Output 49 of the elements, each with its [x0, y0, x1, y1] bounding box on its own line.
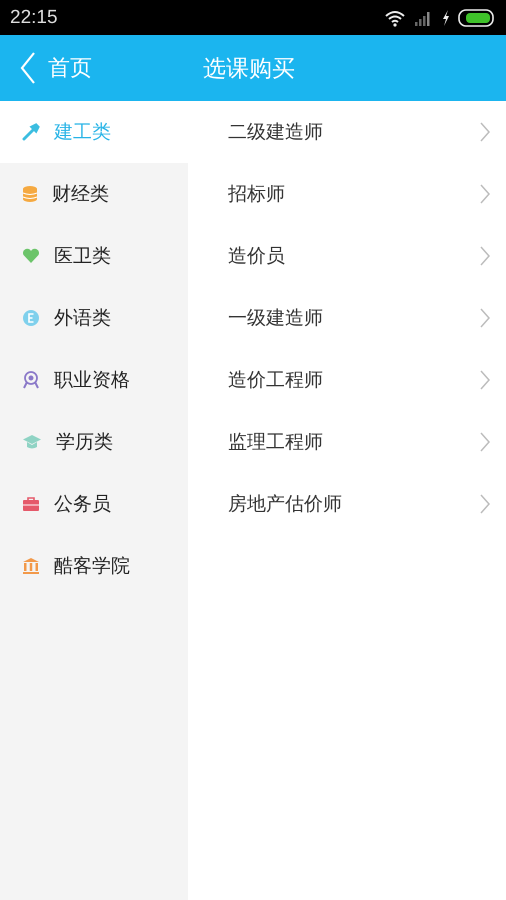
category-item[interactable]: 酷客学院 [0, 535, 188, 597]
course-row[interactable]: 二级建造师 [188, 101, 506, 163]
category-item[interactable]: 医卫类 [0, 225, 188, 287]
chevron-right-icon [480, 308, 490, 328]
wifi-icon [384, 8, 406, 26]
course-label: 造价员 [228, 244, 285, 269]
charging-icon [442, 10, 450, 26]
back-chevron-icon [20, 51, 36, 85]
category-label: 建工类 [54, 120, 111, 145]
category-label: 财经类 [52, 182, 109, 207]
briefcase-icon [22, 496, 40, 512]
heart-icon [22, 248, 40, 264]
battery-icon [458, 8, 496, 26]
chevron-right-icon [480, 184, 490, 204]
category-item[interactable]: 职业资格 [0, 349, 188, 411]
category-label: 学历类 [56, 430, 113, 455]
category-label: 职业资格 [54, 368, 130, 393]
graduation-cap-icon [22, 434, 42, 450]
letter-e-circle-icon [22, 309, 40, 327]
chevron-right-icon [480, 432, 490, 452]
category-label: 酷客学院 [54, 554, 130, 579]
category-label: 公务员 [54, 492, 111, 517]
course-row[interactable]: 一级建造师 [188, 287, 506, 349]
page-title: 选课购买 [203, 54, 295, 84]
category-item[interactable]: 学历类 [0, 411, 188, 473]
course-row[interactable]: 招标师 [188, 163, 506, 225]
category-item[interactable]: 财经类 [0, 163, 188, 225]
course-row[interactable]: 造价员 [188, 225, 506, 287]
course-label: 招标师 [228, 182, 285, 207]
course-label: 房地产估价师 [228, 492, 342, 517]
chevron-right-icon [480, 370, 490, 390]
course-label: 造价工程师 [228, 368, 323, 393]
course-row[interactable]: 造价工程师 [188, 349, 506, 411]
category-label: 医卫类 [54, 244, 111, 269]
award-icon [22, 371, 40, 389]
course-label: 监理工程师 [228, 430, 323, 455]
course-label: 一级建造师 [228, 306, 323, 331]
course-row[interactable]: 监理工程师 [188, 411, 506, 473]
coins-icon [22, 185, 38, 203]
chevron-right-icon [480, 494, 490, 514]
course-row[interactable]: 房地产估价师 [188, 473, 506, 535]
course-label: 二级建造师 [228, 120, 323, 145]
chevron-right-icon [480, 246, 490, 266]
category-item[interactable]: 外语类 [0, 287, 188, 349]
status-time: 22:15 [10, 6, 58, 28]
institution-icon [22, 557, 40, 575]
category-label: 外语类 [54, 306, 111, 331]
chevron-right-icon [480, 122, 490, 142]
category-item[interactable]: 公务员 [0, 473, 188, 535]
